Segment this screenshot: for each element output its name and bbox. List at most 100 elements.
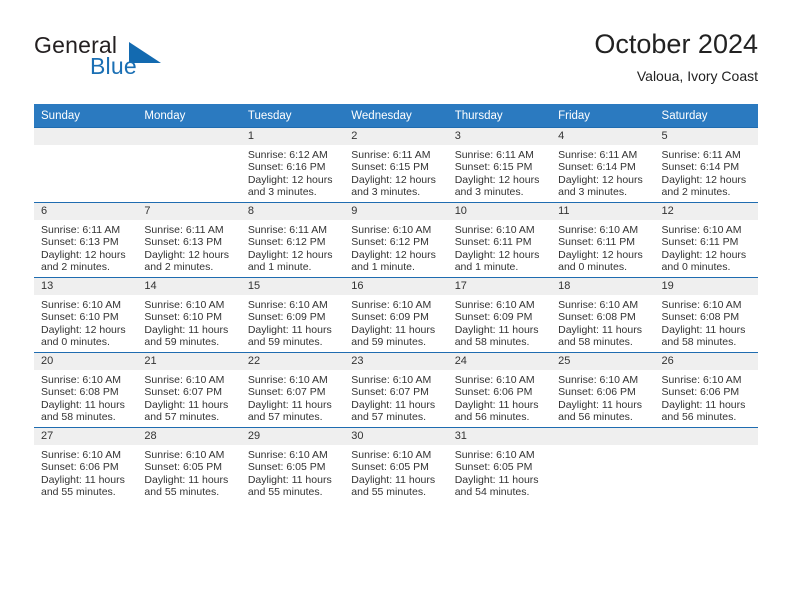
calendar-day-cell[interactable]: 26 Sunrise: 6:10 AM Sunset: 6:06 PM Dayligh…	[654, 352, 758, 428]
calendar-day-cell[interactable]: 24 Sunrise: 6:10 AM Sunset: 6:06 PM Dayligh…	[447, 352, 552, 428]
calendar-day-cell[interactable]: 9 Sunrise: 6:10 AM Sunset: 6:12 PM Daylight…	[344, 202, 448, 278]
calendar-day-cell[interactable]: 6 Sunrise: 6:11 AM Sunset: 6:13 PM Daylight…	[34, 202, 138, 278]
daylight-text: and 58 minutes.	[661, 336, 737, 349]
sunrise-text: Sunrise: 6:10 AM	[351, 374, 432, 386]
day-number: 8	[240, 203, 345, 220]
calendar-day-cell[interactable]: 20 Sunrise: 6:10 AM Sunset: 6:08 PM Dayligh…	[34, 352, 138, 428]
calendar-day-cell[interactable]: 28 Sunrise: 6:10 AM Sunset: 6:05 PM Dayligh…	[137, 427, 241, 502]
daylight-text: and 3 minutes.	[247, 186, 317, 199]
day-details: Sunrise: 6:10 AM Sunset: 6:07 PM Daylight:…	[344, 370, 447, 424]
day-details: Sunrise: 6:10 AM Sunset: 6:07 PM Daylight:…	[137, 370, 240, 424]
sunset-text: Sunset: 6:06 PM	[41, 461, 119, 474]
calendar-day-cell[interactable]: 14 Sunrise: 6:10 AM Sunset: 6:10 PM Dayligh…	[137, 277, 241, 353]
sunset-text: Sunset: 6:08 PM	[661, 311, 740, 324]
day-number: 27	[34, 428, 138, 445]
daylight-text: Daylight: 12 hours	[144, 248, 230, 261]
calendar-day-cell[interactable]: 7 Sunrise: 6:11 AM Sunset: 6:13 PM Daylight…	[137, 202, 241, 278]
daylight-text: Daylight: 12 hours	[661, 248, 747, 261]
day-number: 25	[551, 353, 655, 370]
weekday-header-thursday: Thursday	[447, 104, 552, 128]
daylight-text: and 1 minute.	[247, 261, 312, 274]
day-details: Sunrise: 6:10 AM Sunset: 6:05 PM Daylight:…	[241, 445, 344, 499]
sunset-text: Sunset: 6:10 PM	[41, 311, 119, 324]
calendar-day-cell[interactable]: 3 Sunrise: 6:11 AM Sunset: 6:15 PM Daylight…	[447, 127, 552, 203]
calendar-day-cell[interactable]: 18 Sunrise: 6:10 AM Sunset: 6:08 PM Dayligh…	[551, 277, 655, 353]
day-number	[137, 128, 241, 145]
daylight-text: and 57 minutes.	[144, 411, 220, 424]
day-details: Sunrise: 6:10 AM Sunset: 6:09 PM Daylight:…	[241, 295, 344, 349]
sunset-text: Sunset: 6:06 PM	[454, 386, 533, 399]
sunrise-text: Sunrise: 6:10 AM	[41, 299, 121, 311]
day-number: 2	[344, 128, 448, 145]
daylight-text: and 56 minutes.	[454, 411, 530, 424]
day-number: 30	[344, 428, 448, 445]
sunrise-text: Sunrise: 6:10 AM	[454, 374, 535, 386]
daylight-text: Daylight: 11 hours	[351, 398, 436, 411]
calendar-day-cell[interactable]: 19 Sunrise: 6:10 AM Sunset: 6:08 PM Dayligh…	[654, 277, 758, 353]
day-number: 23	[344, 353, 448, 370]
sunrise-text: Sunrise: 6:10 AM	[144, 299, 225, 311]
sunset-text: Sunset: 6:05 PM	[454, 461, 533, 474]
sunrise-text: Sunrise: 6:11 AM	[41, 224, 121, 236]
day-number: 1	[240, 128, 345, 145]
day-number: 13	[34, 278, 138, 295]
daylight-text: and 55 minutes.	[351, 486, 426, 499]
calendar-week-row: 27 Sunrise: 6:10 AM Sunset: 6:06 PM Dayligh…	[34, 427, 758, 502]
calendar-day-cell[interactable]: 22 Sunrise: 6:10 AM Sunset: 6:07 PM Dayligh…	[240, 352, 345, 428]
calendar-day-cell[interactable]: 5 Sunrise: 6:11 AM Sunset: 6:14 PM Daylight…	[654, 127, 758, 203]
sunset-text: Sunset: 6:06 PM	[661, 386, 740, 399]
calendar-cell-empty	[137, 127, 241, 203]
sunrise-text: Sunrise: 6:10 AM	[661, 224, 742, 236]
page-title: October 2024	[594, 29, 758, 59]
calendar-day-cell[interactable]: 25 Sunrise: 6:10 AM Sunset: 6:06 PM Dayligh…	[551, 352, 655, 428]
calendar-day-cell[interactable]: 21 Sunrise: 6:10 AM Sunset: 6:07 PM Dayligh…	[137, 352, 241, 428]
calendar-day-cell[interactable]: 2 Sunrise: 6:11 AM Sunset: 6:15 PM Daylight…	[344, 127, 448, 203]
day-details: Sunrise: 6:10 AM Sunset: 6:10 PM Daylight:…	[137, 295, 240, 349]
sunset-text: Sunset: 6:05 PM	[351, 461, 429, 474]
calendar-day-cell[interactable]: 31 Sunrise: 6:10 AM Sunset: 6:05 PM Dayligh…	[447, 427, 552, 502]
sunrise-text: Sunrise: 6:10 AM	[454, 224, 535, 236]
day-details: Sunrise: 6:10 AM Sunset: 6:11 PM Daylight:…	[551, 220, 654, 274]
day-number: 26	[654, 353, 758, 370]
day-number: 10	[447, 203, 552, 220]
calendar-week-row: 20 Sunrise: 6:10 AM Sunset: 6:08 PM Dayligh…	[34, 352, 758, 428]
calendar-day-cell[interactable]: 1 Sunrise: 6:12 AM Sunset: 6:16 PM Daylight…	[240, 127, 345, 203]
sunrise-text: Sunrise: 6:10 AM	[661, 299, 742, 311]
day-details: Sunrise: 6:11 AM Sunset: 6:15 PM Daylight:…	[344, 145, 447, 199]
sunrise-text: Sunrise: 6:10 AM	[351, 449, 432, 461]
brand-logo[interactable]: General Blue	[34, 32, 264, 90]
day-details: Sunrise: 6:10 AM Sunset: 6:09 PM Daylight:…	[448, 295, 551, 349]
sunrise-text: Sunrise: 6:10 AM	[41, 374, 121, 386]
day-number: 6	[34, 203, 138, 220]
sunrise-text: Sunrise: 6:10 AM	[144, 449, 225, 461]
daylight-text: Daylight: 11 hours	[144, 398, 229, 411]
sunset-text: Sunset: 6:13 PM	[41, 236, 119, 249]
calendar-day-cell[interactable]: 12 Sunrise: 6:10 AM Sunset: 6:11 PM Dayligh…	[654, 202, 758, 278]
day-details: Sunrise: 6:10 AM Sunset: 6:08 PM Daylight:…	[34, 370, 137, 424]
day-number	[654, 428, 758, 445]
calendar-day-cell[interactable]: 17 Sunrise: 6:10 AM Sunset: 6:09 PM Dayligh…	[447, 277, 552, 353]
calendar-day-cell[interactable]: 30 Sunrise: 6:10 AM Sunset: 6:05 PM Dayligh…	[344, 427, 448, 502]
sunrise-text: Sunrise: 6:10 AM	[661, 374, 742, 386]
weekday-header-wednesday: Wednesday	[344, 104, 448, 128]
sunset-text: Sunset: 6:09 PM	[351, 311, 429, 324]
calendar-day-cell[interactable]: 27 Sunrise: 6:10 AM Sunset: 6:06 PM Dayligh…	[34, 427, 138, 502]
calendar-day-cell[interactable]: 23 Sunrise: 6:10 AM Sunset: 6:07 PM Dayligh…	[344, 352, 448, 428]
calendar-day-cell[interactable]: 8 Sunrise: 6:11 AM Sunset: 6:12 PM Daylight…	[240, 202, 345, 278]
calendar-day-cell[interactable]: 10 Sunrise: 6:10 AM Sunset: 6:11 PM Dayligh…	[447, 202, 552, 278]
calendar-week-row: 6 Sunrise: 6:11 AM Sunset: 6:13 PM Daylight…	[34, 202, 758, 278]
calendar-day-cell[interactable]: 16 Sunrise: 6:10 AM Sunset: 6:09 PM Dayligh…	[344, 277, 448, 353]
daylight-text: and 56 minutes.	[558, 411, 633, 424]
day-details: Sunrise: 6:10 AM Sunset: 6:08 PM Daylight:…	[655, 295, 758, 349]
calendar-day-cell[interactable]: 11 Sunrise: 6:10 AM Sunset: 6:11 PM Dayligh…	[551, 202, 655, 278]
calendar-day-cell[interactable]: 15 Sunrise: 6:10 AM Sunset: 6:09 PM Dayligh…	[240, 277, 345, 353]
sunset-text: Sunset: 6:05 PM	[144, 461, 223, 474]
daylight-text: Daylight: 12 hours	[558, 173, 643, 186]
calendar-day-cell[interactable]: 4 Sunrise: 6:11 AM Sunset: 6:14 PM Daylight…	[551, 127, 655, 203]
daylight-text: Daylight: 11 hours	[144, 473, 229, 486]
calendar-day-cell[interactable]: 29 Sunrise: 6:10 AM Sunset: 6:05 PM Dayligh…	[240, 427, 345, 502]
daylight-text: Daylight: 12 hours	[454, 173, 540, 186]
daylight-text: Daylight: 11 hours	[558, 323, 642, 336]
sunset-text: Sunset: 6:08 PM	[41, 386, 119, 399]
calendar-day-cell[interactable]: 13 Sunrise: 6:10 AM Sunset: 6:10 PM Dayligh…	[34, 277, 138, 353]
